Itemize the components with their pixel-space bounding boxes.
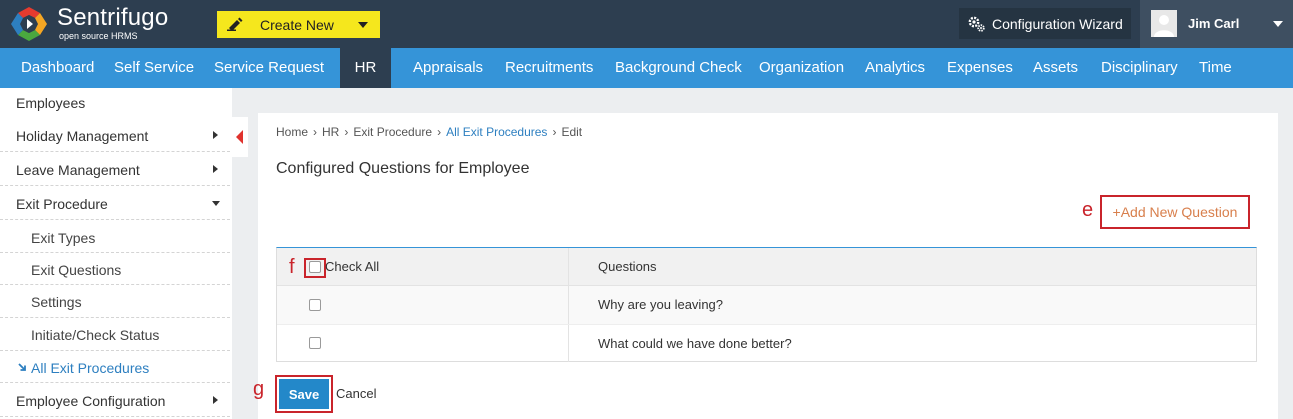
sidebar-item-label: Employee Configuration [16,393,166,409]
breadcrumb-home[interactable]: Home [276,125,308,139]
sidebar-item-exit-procedure[interactable]: Exit Procedure [0,187,230,220]
sidebar-item-label: Exit Types [31,230,96,246]
sidebar-item-label: Holiday Management [16,128,149,144]
user-name: Jim Carl [1188,16,1240,31]
breadcrumb-exit-procedure[interactable]: Exit Procedure [353,125,432,139]
table-row: What could we have done better? [277,324,1256,362]
create-new-button[interactable]: Create New [217,11,380,38]
main-content: Home › HR › Exit Procedure › All Exit Procedur… [253,113,1278,419]
configuration-wizard-button[interactable]: Configuration Wizard [959,8,1131,39]
sidebar-item-exit-types[interactable]: Exit Types [0,221,230,253]
sidebar-item-label: Leave Management [16,162,140,178]
breadcrumb-all-exit-procedures[interactable]: All Exit Procedures [446,125,547,139]
breadcrumb-separator: › [313,125,318,139]
check-all-checkbox[interactable] [309,261,321,273]
pencil-icon [227,17,243,31]
table-header-row: Check All Questions [277,248,1256,286]
chevron-right-icon [213,131,218,139]
nav-disciplinary[interactable]: Disciplinary [1101,48,1178,88]
chevron-right-icon [213,165,218,173]
configuration-wizard-label: Configuration Wizard [992,15,1123,32]
row-checkbox[interactable] [309,299,321,311]
triangle-left-icon [236,130,243,144]
table-row: Why are you leaving? [277,286,1256,324]
brand: Sentrifugo open source HRMS [57,4,169,42]
row-check-cell [277,325,569,362]
sidebar-item-label: Employees [16,95,86,111]
nav-background-check[interactable]: Background Check [615,48,742,88]
breadcrumb-edit: Edit [561,125,583,139]
sidebar-item-label: Settings [31,294,82,310]
row-checkbox[interactable] [309,337,321,349]
user-caret-down-icon[interactable] [1273,21,1283,27]
questions-column-header: Questions [598,259,657,274]
check-all-label: Check All [325,259,380,274]
questions-table: Check All Questions Why are you leaving?… [276,247,1257,362]
question-text: Why are you leaving? [598,297,724,312]
breadcrumb-separator: › [552,125,557,139]
breadcrumb-separator: › [437,125,442,139]
nav-appraisals[interactable]: Appraisals [413,48,483,88]
user-menu[interactable]: Jim Carl [1140,0,1293,48]
save-button[interactable]: Save [279,379,329,409]
arrow-down-right-icon [18,363,26,371]
nav-analytics[interactable]: Analytics [865,48,925,88]
chevron-right-icon [213,396,218,404]
nav-organization[interactable]: Organization [759,48,844,88]
gears-icon [968,16,985,32]
brand-tagline: open source HRMS [59,31,138,41]
add-new-question-link[interactable]: +Add New Question [1100,195,1250,229]
sidebar-item-label: All Exit Procedures [31,360,150,376]
check-all-cell: Check All [277,248,569,286]
sidebar-item-exit-questions[interactable]: Exit Questions [0,253,230,285]
sidebar-collapse-toggle[interactable] [232,117,248,157]
nav-self-service[interactable]: Self Service [114,48,194,88]
sidebar-item-leave-management[interactable]: Leave Management [0,153,230,186]
row-check-cell [277,286,569,324]
user-avatar-icon [1151,10,1177,37]
breadcrumb-hr[interactable]: HR [322,125,339,139]
sidebar-item-initiate-check-status[interactable]: Initiate/Check Status [0,318,230,351]
sidebar-item-employees[interactable]: Employees [0,88,230,118]
sidebar: Employees Holiday Management Leave Manag… [0,88,232,419]
annotation-marker-e: e [1082,199,1094,221]
sidebar-item-settings[interactable]: Settings [0,285,230,318]
annotation-marker-g: g [253,378,265,400]
sidebar-item-label: Initiate/Check Status [31,327,160,343]
highlight-box: Save [275,375,333,413]
sidebar-item-all-exit-procedures[interactable]: All Exit Procedures [0,351,230,383]
breadcrumb-separator: › [344,125,349,139]
annotation-marker-f: f [289,256,295,278]
sidebar-item-label: Exit Questions [31,262,122,278]
create-new-label: Create New [260,16,334,33]
chevron-down-icon [212,201,220,206]
sentrifugo-logo-icon[interactable] [9,6,49,42]
page-title: Configured Questions for Employee [276,160,530,177]
nav-assets[interactable]: Assets [1033,48,1078,88]
sidebar-item-label: Exit Procedure [16,196,108,212]
question-text: What could we have done better? [598,336,792,351]
sidebar-item-employee-configuration[interactable]: Employee Configuration [0,383,230,417]
cancel-button[interactable]: Cancel [336,386,376,401]
nav-expenses[interactable]: Expenses [947,48,1013,88]
brand-name: Sentrifugo [57,4,169,31]
nav-service-request[interactable]: Service Request [214,48,324,88]
breadcrumb: Home › HR › Exit Procedure › All Exit Procedur… [276,125,582,139]
sidebar-item-holiday-management[interactable]: Holiday Management [0,119,230,152]
nav-hr[interactable]: HR [340,48,391,88]
top-bar: Sentrifugo open source HRMS Create New C… [0,0,1293,48]
main-nav: Dashboard Self Service Service Request H… [0,48,1293,88]
nav-dashboard[interactable]: Dashboard [21,48,94,88]
nav-time[interactable]: Time [1199,48,1232,88]
caret-down-icon [358,22,368,28]
nav-recruitments[interactable]: Recruitments [505,48,593,88]
